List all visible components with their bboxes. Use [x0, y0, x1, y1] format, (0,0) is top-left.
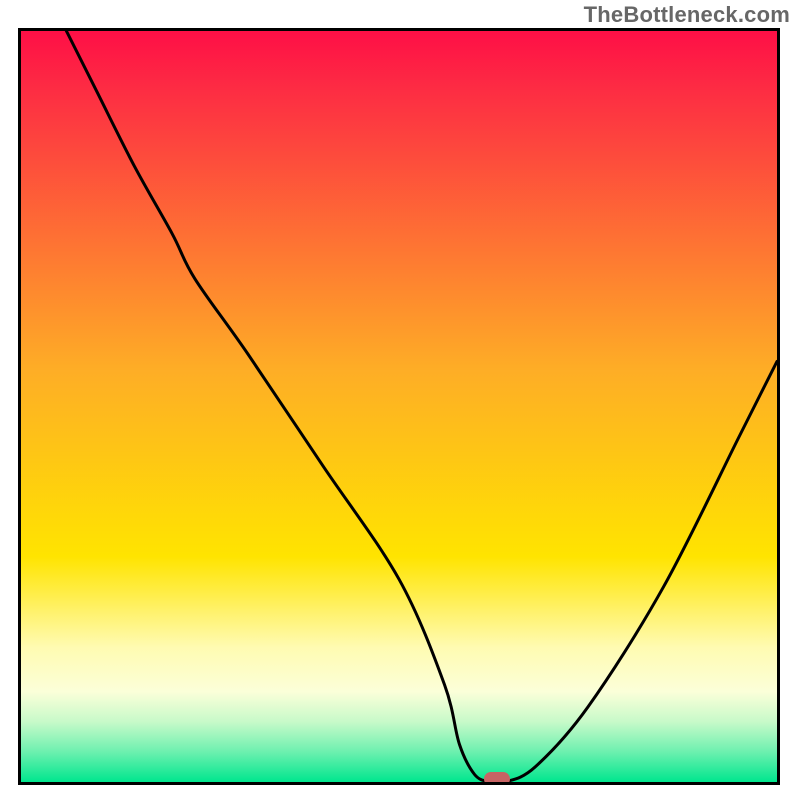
plot-area: [18, 28, 780, 785]
gradient-background: [21, 31, 777, 782]
watermark-text: TheBottleneck.com: [584, 2, 790, 28]
minimum-marker: [484, 772, 510, 785]
plot-svg: [21, 31, 777, 782]
chart-frame: TheBottleneck.com: [0, 0, 800, 800]
